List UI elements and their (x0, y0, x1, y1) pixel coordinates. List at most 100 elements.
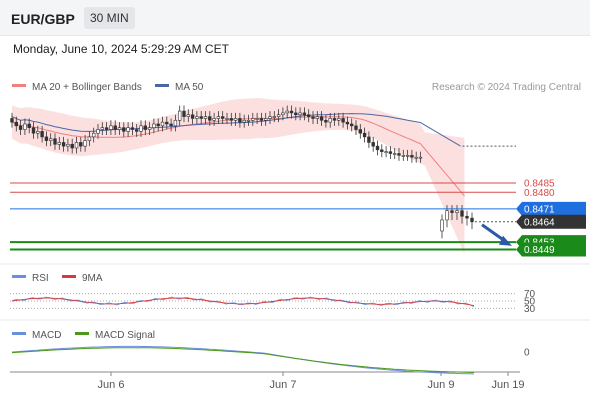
rsi-level-label: 30 (524, 304, 536, 315)
candle (251, 118, 255, 121)
candle (225, 118, 229, 120)
candle (203, 116, 208, 119)
candle (74, 142, 79, 149)
candle (311, 116, 315, 119)
candle (10, 118, 14, 123)
candle (31, 127, 36, 134)
candle (126, 127, 130, 132)
candle (96, 129, 100, 134)
candle (337, 118, 341, 121)
candle (53, 138, 57, 145)
candle (246, 119, 251, 122)
candle (61, 142, 66, 147)
candle (182, 110, 186, 117)
candle (229, 118, 233, 121)
candle (324, 119, 328, 123)
candle (122, 127, 126, 132)
candle (139, 125, 143, 132)
candle (306, 114, 311, 117)
candle (100, 127, 105, 130)
candle (135, 129, 139, 132)
chart-canvas: MA 20 + Bollinger Bands MA 50 Research ©… (0, 82, 590, 391)
candle (276, 114, 281, 117)
candle (44, 136, 49, 141)
candle (14, 121, 18, 127)
candle (332, 118, 337, 121)
ma20-legend: MA 20 + Bollinger Bands (32, 82, 142, 93)
candle (405, 155, 410, 157)
candle (199, 116, 203, 119)
macd-zero-label: 0 (524, 348, 530, 359)
candle (418, 156, 423, 159)
candle (169, 123, 173, 127)
candle (460, 210, 464, 217)
candle (165, 121, 169, 125)
candle (285, 110, 289, 114)
candle (221, 116, 225, 119)
candle (450, 210, 454, 213)
candle (66, 143, 70, 147)
candle (371, 142, 375, 147)
candle (362, 132, 367, 138)
candle (345, 121, 350, 125)
candle (294, 112, 298, 116)
candle (79, 142, 83, 147)
candle (92, 132, 96, 138)
candle (358, 129, 362, 134)
credit-text: Research © 2024 Trading Central (432, 82, 581, 93)
candle (397, 153, 401, 156)
candle (233, 118, 238, 121)
rsi-ma-swatch (62, 275, 76, 278)
candle (57, 142, 62, 145)
candle (156, 123, 160, 127)
macd-signal-legend: MACD Signal (95, 330, 155, 341)
candle (216, 116, 221, 119)
candle (341, 118, 345, 123)
candle (83, 140, 87, 147)
candle (186, 114, 190, 117)
candle (354, 125, 358, 130)
rsi-swatch (12, 275, 26, 278)
candle (143, 125, 147, 130)
candle (255, 118, 259, 120)
x-tick-label: Jun 19 (491, 379, 524, 391)
candle (152, 123, 156, 128)
candle (375, 145, 380, 151)
candle (349, 123, 354, 127)
ma50-legend: MA 50 (175, 82, 204, 93)
candle (302, 112, 307, 116)
candle (160, 121, 165, 127)
candle (272, 116, 276, 118)
candle (380, 149, 384, 152)
candle (212, 118, 216, 121)
candle (367, 136, 371, 143)
candle (87, 136, 92, 141)
candle (328, 118, 332, 123)
candle (23, 123, 27, 130)
x-tick-label: Jun 7 (270, 379, 297, 391)
candle (36, 131, 40, 134)
level-label: 0.8464 (524, 217, 555, 228)
candle (242, 119, 246, 123)
candle (392, 153, 397, 155)
candle (470, 217, 474, 223)
candle (455, 210, 459, 213)
candle (315, 116, 319, 119)
ma50-swatch (155, 84, 169, 87)
rsi-legend: RSI (32, 273, 49, 284)
rsi-ma-legend: 9MA (82, 273, 103, 284)
macd-swatch (12, 332, 26, 335)
candle (113, 125, 117, 130)
macd-legend: MACD (32, 330, 61, 341)
candle (190, 114, 195, 119)
candle (147, 127, 152, 130)
candle (27, 123, 31, 128)
macd-signal-swatch (75, 332, 89, 335)
level-label: 0.8449 (524, 245, 555, 256)
level-label: 0.8471 (524, 204, 555, 215)
ma20-swatch (12, 84, 26, 87)
x-tick-label: Jun 9 (428, 379, 455, 391)
candle (178, 110, 182, 121)
candle (281, 112, 285, 116)
candle (401, 155, 405, 157)
